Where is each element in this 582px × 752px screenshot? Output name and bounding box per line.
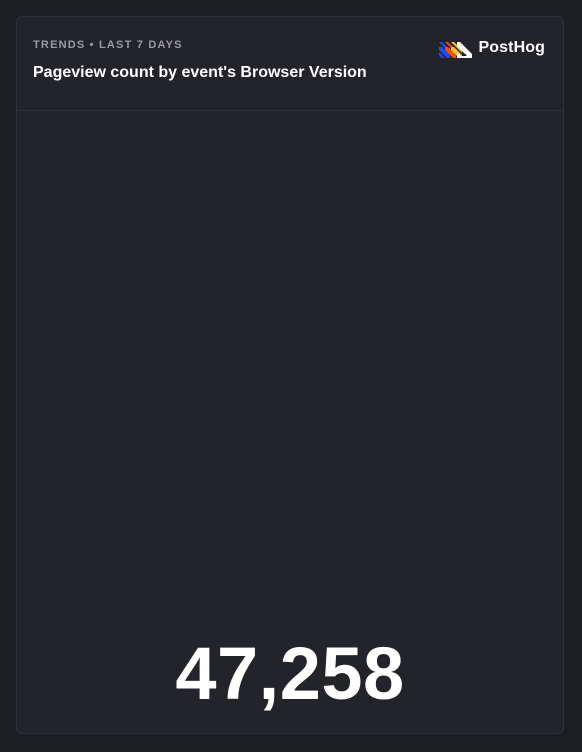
- aggregate-value: 47,258: [175, 632, 405, 715]
- brand-name: PostHog: [478, 39, 545, 56]
- card-body: 47,258: [17, 111, 563, 733]
- insight-subtitle: TRENDS • LAST 7 DAYS: [33, 39, 183, 51]
- brand[interactable]: PostHog: [438, 38, 545, 58]
- insight-title[interactable]: Pageview count by event's Browser Versio…: [33, 64, 367, 82]
- insight-card: TRENDS • LAST 7 DAYS Pageview count by e…: [16, 16, 564, 734]
- posthog-logo-icon: [438, 42, 472, 58]
- card-header: TRENDS • LAST 7 DAYS Pageview count by e…: [17, 17, 563, 111]
